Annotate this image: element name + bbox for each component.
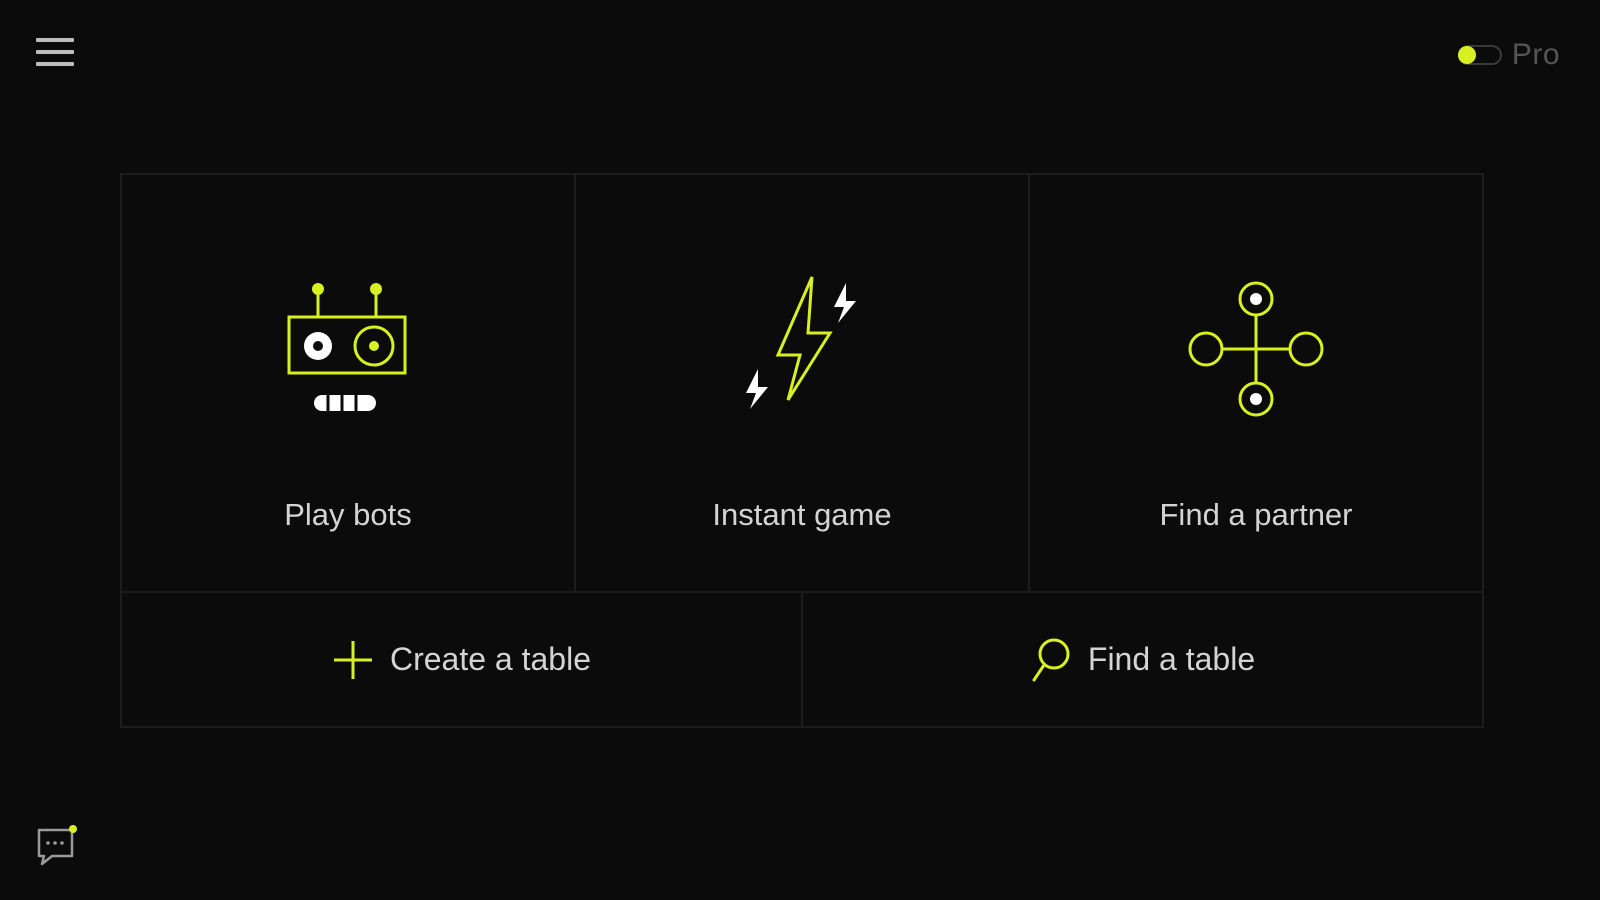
pro-toggle[interactable]: Pro [1457, 38, 1560, 72]
instant-game-tile[interactable]: Instant game [574, 175, 1028, 591]
pro-label: Pro [1511, 38, 1560, 71]
find-table-label: Find a table [1087, 641, 1256, 677]
toggle-knob [1457, 46, 1476, 64]
play-bots-tile[interactable]: Play bots [122, 175, 574, 591]
find-partner-tile[interactable]: Find a partner [1028, 175, 1482, 591]
chat-button[interactable] [36, 824, 80, 868]
hamburger-menu-icon [36, 38, 78, 66]
unread-indicator [69, 825, 77, 833]
partner-cross-icon [1188, 281, 1324, 417]
game-mode-panel: Play bots Instant game Find a partner Cr… [120, 173, 1484, 728]
menu-button[interactable] [36, 38, 78, 76]
search-icon [1032, 638, 1070, 681]
tile-label-find-partner: Find a partner [1159, 497, 1353, 532]
tile-label-play-bots: Play bots [284, 497, 412, 532]
toggle-switch[interactable] [1457, 45, 1502, 65]
create-table-label: Create a table [389, 641, 591, 677]
find-table-button[interactable]: Find a table [801, 593, 1482, 726]
lightning-icon [746, 276, 856, 409]
game-mode-tiles: Play bots Instant game Find a partner [122, 175, 1482, 593]
robot-icon [287, 283, 407, 411]
plus-icon [333, 640, 372, 679]
create-table-button[interactable]: Create a table [122, 593, 801, 726]
chat-bubble-icon [37, 825, 77, 866]
table-actions: Create a table Find a table [122, 593, 1482, 726]
tile-label-instant-game: Instant game [712, 497, 892, 532]
home-screen: Pro Play bots Instant game Find a partne… [0, 0, 1600, 900]
